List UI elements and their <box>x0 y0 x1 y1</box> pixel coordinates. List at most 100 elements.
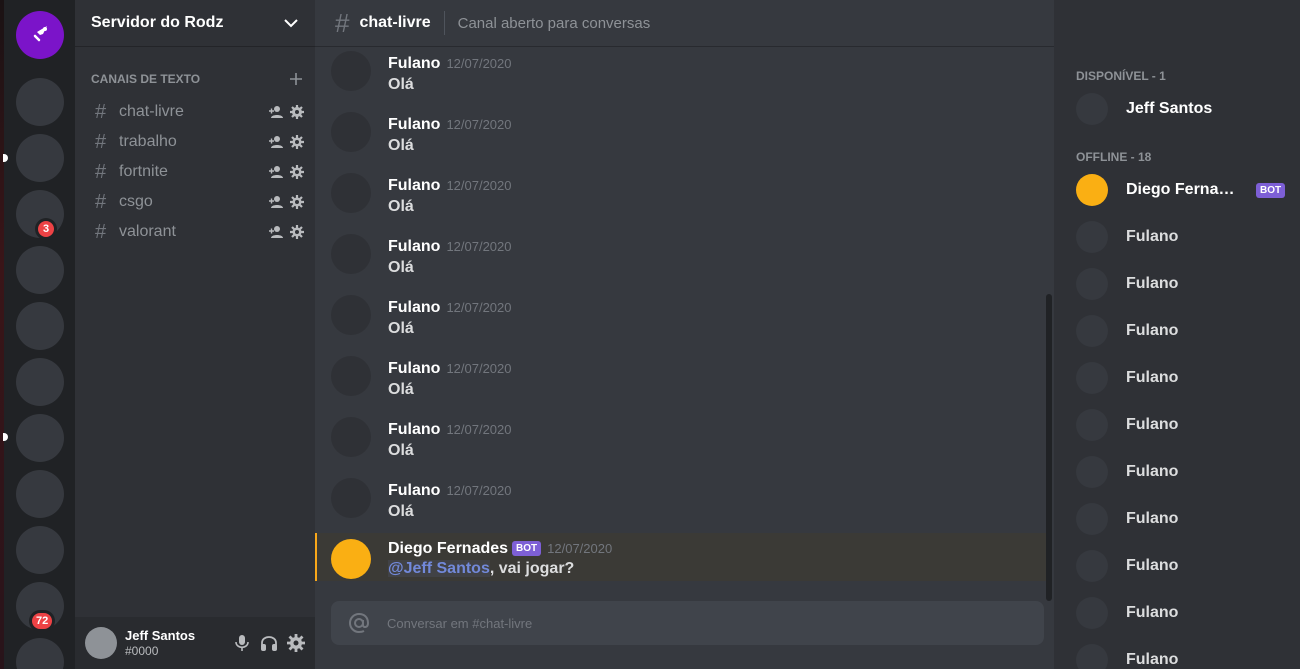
channel-item[interactable]: # fortnite <box>92 157 310 187</box>
member-name: Fulano <box>1126 557 1179 574</box>
member-item[interactable]: Fulano <box>1076 592 1292 634</box>
microphone-icon[interactable] <box>233 634 251 652</box>
chat-scrollbar[interactable] <box>1046 46 1054 601</box>
author-name[interactable]: Fulano <box>388 238 440 255</box>
chat-area: # chat-livre Canal aberto para conversas… <box>315 0 1054 669</box>
bot-badge: BOT <box>512 541 542 556</box>
member-item[interactable]: Fulano <box>1076 216 1292 258</box>
server-icon[interactable] <box>16 78 64 126</box>
user-panel: Jeff Santos #0000 <box>75 617 315 669</box>
home-server-button[interactable] <box>16 11 64 59</box>
bot-badge: BOT <box>1256 182 1286 198</box>
user-mention-link[interactable]: @Jeff Santos <box>388 560 490 577</box>
invite-user-icon[interactable] <box>268 165 284 179</box>
mention-badge: 3 <box>38 221 54 237</box>
server-name: Servidor do Rodz <box>91 14 224 31</box>
message-author[interactable]: Fulano 12/07/2020 <box>388 421 512 439</box>
avatar[interactable] <box>331 173 371 213</box>
message-author[interactable]: Fulano 12/07/2020 <box>388 299 512 317</box>
avatar[interactable] <box>331 478 371 518</box>
gear-icon[interactable] <box>290 165 304 179</box>
member-item[interactable]: Fulano <box>1076 498 1292 540</box>
message-timestamp: 12/07/2020 <box>446 178 512 193</box>
avatar[interactable] <box>331 539 371 579</box>
message-author[interactable]: Diego Fernades BOT 12/07/2020 <box>388 540 612 558</box>
message: Fulano 12/07/2020 Olá <box>315 51 1048 99</box>
member-item[interactable]: Diego Fernandes BOT <box>1076 169 1292 211</box>
avatar[interactable] <box>331 234 371 274</box>
member-item[interactable]: Fulano <box>1076 451 1292 493</box>
gear-icon[interactable] <box>287 634 305 652</box>
user-info[interactable]: Jeff Santos #0000 <box>125 628 233 658</box>
author-name[interactable]: Fulano <box>388 116 440 133</box>
server-icon[interactable] <box>16 414 64 462</box>
message-author[interactable]: Fulano 12/07/2020 <box>388 360 512 378</box>
add-channel-icon[interactable] <box>289 72 303 86</box>
invite-user-icon[interactable] <box>268 105 284 119</box>
server-icon[interactable] <box>16 638 64 669</box>
channel-item[interactable]: # csgo <box>92 187 310 217</box>
channel-item[interactable]: # valorant <box>92 217 310 247</box>
message-author[interactable]: Fulano 12/07/2020 <box>388 177 512 195</box>
author-name[interactable]: Fulano <box>388 299 440 316</box>
channel-item[interactable]: # trabalho <box>92 127 310 157</box>
invite-user-icon[interactable] <box>268 225 284 239</box>
server-icon[interactable] <box>16 302 64 350</box>
member-name: Fulano <box>1126 275 1179 292</box>
gear-icon[interactable] <box>290 105 304 119</box>
message-text: Olá <box>388 442 414 459</box>
avatar[interactable] <box>85 627 117 659</box>
author-name[interactable]: Fulano <box>388 482 440 499</box>
channel-item[interactable]: # chat-livre <box>92 97 310 127</box>
author-name[interactable]: Diego Fernades <box>388 540 508 557</box>
server-icon[interactable] <box>16 526 64 574</box>
gear-icon[interactable] <box>290 195 304 209</box>
member-item[interactable]: Fulano <box>1076 310 1292 352</box>
member-name: Jeff Santos <box>1126 100 1213 117</box>
message-input[interactable] <box>387 615 1044 631</box>
member-item[interactable]: Fulano <box>1076 357 1292 399</box>
avatar <box>1076 221 1108 253</box>
author-name[interactable]: Fulano <box>388 55 440 72</box>
server-icon[interactable] <box>16 470 64 518</box>
server-icon[interactable] <box>16 246 64 294</box>
mention-badge: 72 <box>32 613 53 629</box>
at-icon[interactable] <box>331 612 387 634</box>
avatar[interactable] <box>331 295 371 335</box>
member-item[interactable]: Jeff Santos <box>1076 88 1292 130</box>
message-author[interactable]: Fulano 12/07/2020 <box>388 116 512 134</box>
message: Fulano 12/07/2020 Olá <box>315 417 1048 465</box>
message-text: Olá <box>388 76 414 93</box>
invite-user-icon[interactable] <box>268 195 284 209</box>
member-item[interactable]: Fulano <box>1076 404 1292 446</box>
server-header[interactable]: Servidor do Rodz <box>75 0 315 46</box>
gear-icon[interactable] <box>290 135 304 149</box>
server-icon[interactable] <box>16 358 64 406</box>
avatar[interactable] <box>331 417 371 457</box>
window-edge <box>0 0 4 669</box>
server-icon[interactable] <box>16 134 64 182</box>
member-item[interactable]: Fulano <box>1076 263 1292 305</box>
category-label: CANAIS DE TEXTO <box>91 72 201 86</box>
message-author[interactable]: Fulano 12/07/2020 <box>388 238 512 256</box>
avatar[interactable] <box>331 51 371 91</box>
message-author[interactable]: Fulano 12/07/2020 <box>388 55 512 73</box>
member-item[interactable]: Fulano <box>1076 545 1292 587</box>
avatar <box>1076 268 1108 300</box>
invite-user-icon[interactable] <box>268 135 284 149</box>
gear-icon[interactable] <box>290 225 304 239</box>
author-name[interactable]: Fulano <box>388 177 440 194</box>
scrollbar-thumb[interactable] <box>1046 294 1052 601</box>
avatar[interactable] <box>331 356 371 396</box>
member-name: Fulano <box>1126 322 1179 339</box>
headphones-icon[interactable] <box>260 634 278 652</box>
message-author[interactable]: Fulano 12/07/2020 <box>388 482 512 500</box>
channel-category[interactable]: CANAIS DE TEXTO <box>91 72 303 86</box>
message: Fulano 12/07/2020 Olá <box>315 173 1048 221</box>
author-name[interactable]: Fulano <box>388 421 440 438</box>
member-list: DISPONÍVEL - 1 Jeff Santos OFFLINE - 18 … <box>1054 0 1300 669</box>
member-item[interactable]: Fulano <box>1076 639 1292 669</box>
avatar <box>1076 315 1108 347</box>
author-name[interactable]: Fulano <box>388 360 440 377</box>
avatar[interactable] <box>331 112 371 152</box>
